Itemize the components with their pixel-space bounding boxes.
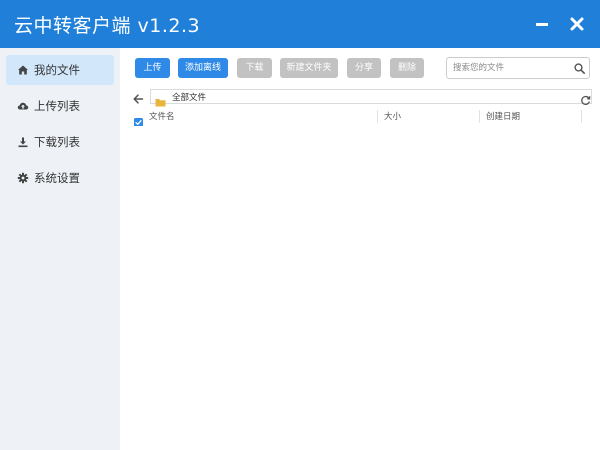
sidebar: 我的文件 上传列表 下载列表 系统设置 xyxy=(0,48,120,450)
share-button[interactable]: 分享 xyxy=(347,58,381,78)
breadcrumb-current[interactable]: 全部文件 xyxy=(172,91,206,103)
file-list-header: 文件名 大小 创建日期 xyxy=(130,110,592,127)
column-header-name[interactable]: 文件名 xyxy=(149,110,175,122)
close-icon xyxy=(570,17,584,31)
app-title: 云中转客户端 v1.2.3 xyxy=(14,15,201,37)
minimize-button[interactable] xyxy=(532,14,552,34)
gear-icon xyxy=(17,172,29,184)
home-icon xyxy=(17,64,29,76)
delete-button[interactable]: 删除 xyxy=(390,58,424,78)
search-input[interactable] xyxy=(453,61,565,75)
sidebar-item-upload-list[interactable]: 上传列表 xyxy=(6,91,114,121)
close-button[interactable] xyxy=(567,14,587,34)
breadcrumb: 全部文件 xyxy=(150,89,592,107)
sidebar-item-settings[interactable]: 系统设置 xyxy=(6,163,114,193)
sidebar-item-download-list[interactable]: 下载列表 xyxy=(6,127,114,157)
search-box xyxy=(446,57,590,79)
sidebar-item-label: 我的文件 xyxy=(34,63,80,77)
sidebar-item-label: 下载列表 xyxy=(34,135,80,149)
column-divider[interactable] xyxy=(377,110,378,123)
refresh-icon[interactable] xyxy=(580,91,591,105)
sidebar-item-label: 系统设置 xyxy=(34,171,80,185)
column-header-date[interactable]: 创建日期 xyxy=(486,110,520,122)
sidebar-item-label: 上传列表 xyxy=(34,99,80,113)
folder-icon xyxy=(155,92,166,107)
column-divider[interactable] xyxy=(581,110,582,123)
main-panel: 上传 添加离线 下载 新建文件夹 分享 删除 全部文件 xyxy=(120,48,600,450)
back-arrow-icon[interactable] xyxy=(132,90,144,104)
search-icon[interactable] xyxy=(574,63,585,74)
add-offline-button[interactable]: 添加离线 xyxy=(178,58,228,78)
minimize-icon xyxy=(536,23,548,26)
title-bar: 云中转客户端 v1.2.3 xyxy=(0,0,600,48)
new-folder-button[interactable]: 新建文件夹 xyxy=(280,58,338,78)
sidebar-item-my-files[interactable]: 我的文件 xyxy=(6,55,114,85)
upload-button[interactable]: 上传 xyxy=(135,58,170,78)
file-list xyxy=(130,126,592,442)
path-bar: 全部文件 xyxy=(130,89,592,107)
column-header-size[interactable]: 大小 xyxy=(384,110,401,122)
cloud-upload-icon xyxy=(17,100,29,112)
download-button[interactable]: 下载 xyxy=(237,58,272,78)
download-icon xyxy=(17,136,29,148)
select-all-checkbox[interactable] xyxy=(134,112,143,127)
column-divider[interactable] xyxy=(479,110,480,123)
